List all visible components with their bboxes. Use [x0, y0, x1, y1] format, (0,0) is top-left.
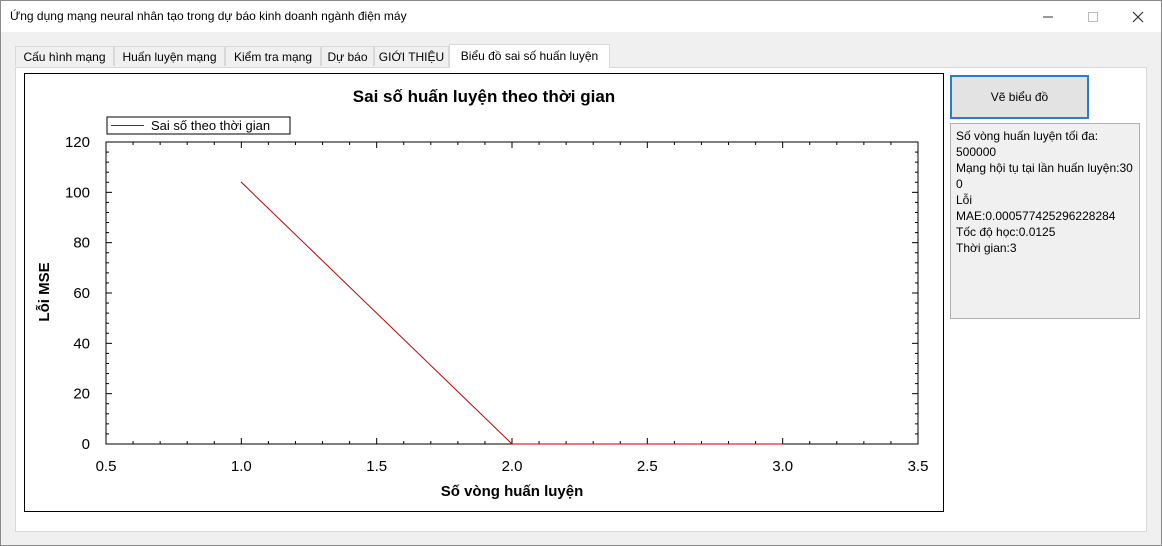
- window-title: Ứng dụng mạng neural nhân tạo trong dự b…: [10, 9, 407, 23]
- data-point: [782, 443, 784, 445]
- x-tick-label: 3.5: [908, 458, 929, 475]
- y-tick-label: 100: [65, 184, 90, 201]
- tab-bieu-do-sai-so[interactable]: Biểu đồ sai số huấn luyện: [449, 44, 610, 68]
- app-window: Ứng dụng mạng neural nhân tạo trong dự b…: [0, 0, 1162, 546]
- draw-chart-button[interactable]: Vẽ biểu đồ: [950, 75, 1089, 119]
- info-line: Số vòng huấn luyện tối đa:: [956, 129, 1099, 143]
- info-line: Lỗi: [956, 193, 973, 207]
- chart-legend: Sai số theo thời gian: [106, 116, 291, 135]
- data-point: [240, 181, 242, 183]
- maximize-button[interactable]: [1070, 1, 1116, 32]
- data-point: [511, 443, 513, 445]
- x-tick-label: 1.0: [231, 458, 252, 475]
- x-tick-label: 0.5: [96, 458, 117, 475]
- info-line: MAE:0.000577425296228284: [956, 209, 1116, 223]
- info-line: Thời gian:3: [956, 241, 1017, 255]
- maximize-icon: [1088, 11, 1098, 22]
- info-line: Mạng hội tụ tại lần huấn luyện:300: [956, 161, 1133, 191]
- y-tick-label: 20: [73, 386, 90, 403]
- tab-gioi-thieu[interactable]: GIỚI THIỆU: [374, 46, 449, 66]
- x-axis-label: Số vòng huấn luyện: [441, 483, 584, 500]
- tab-cau-hinh-mang[interactable]: Cấu hình mạng: [15, 46, 114, 66]
- tab-kiem-tra-mang[interactable]: Kiểm tra mạng: [225, 46, 321, 66]
- close-button[interactable]: [1115, 1, 1161, 32]
- chart-container: Sai số huấn luyện theo thời gian 0.5 1.0 1…: [24, 73, 944, 512]
- legend-label: Sai số theo thời gian: [151, 118, 270, 133]
- y-tick-label: 40: [73, 335, 90, 352]
- plot-frame: [105, 141, 919, 445]
- x-tick-label: 1.5: [366, 458, 387, 475]
- y-axis-label: Lỗi MSE: [36, 262, 53, 321]
- tab-du-bao[interactable]: Dự báo: [321, 46, 374, 66]
- x-tick-label: 2.0: [502, 458, 523, 475]
- series-line: [240, 181, 783, 445]
- title-bar: Ứng dụng mạng neural nhân tạo trong dự b…: [1, 1, 1161, 32]
- info-line: 500000: [956, 145, 997, 159]
- tab-huan-luyen-mang[interactable]: Huấn luyện mạng: [114, 46, 225, 66]
- chart-title: Sai số huấn luyện theo thời gian: [353, 87, 615, 106]
- training-info-box: Số vòng huấn luyện tối đa: 500000 Mạng hội…: [950, 123, 1140, 319]
- minimize-icon: [1043, 16, 1053, 17]
- close-icon: [1132, 11, 1144, 22]
- y-tick-label: 0: [82, 436, 90, 453]
- minimize-button[interactable]: [1025, 1, 1071, 32]
- x-tick-label: 2.5: [637, 458, 658, 475]
- info-line: Tốc độ học:0.0125: [956, 225, 1056, 239]
- y-tick-label: 120: [65, 134, 90, 151]
- y-tick-label: 80: [73, 235, 90, 252]
- error-chart: Sai số huấn luyện theo thời gian 0.5 1.0 1…: [36, 87, 929, 500]
- y-tick-label: 60: [73, 285, 90, 302]
- x-tick-label: 3.0: [772, 458, 793, 475]
